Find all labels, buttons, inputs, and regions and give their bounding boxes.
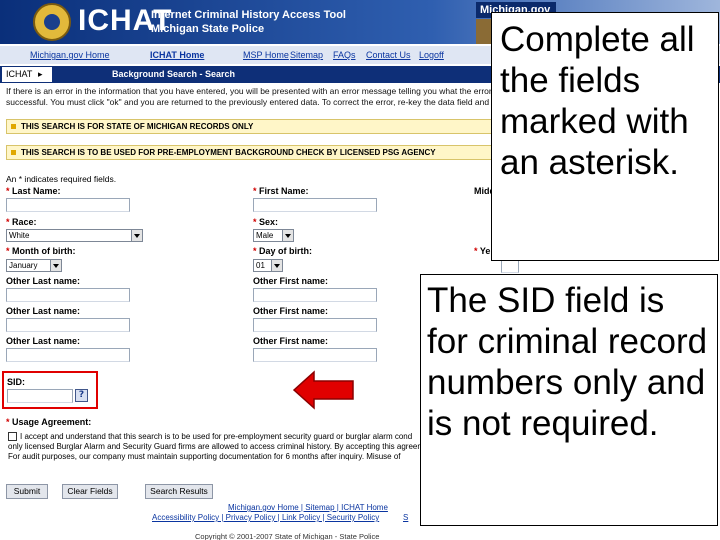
usage-agreement-text-1: I accept and understand that this search… bbox=[20, 432, 413, 441]
notice-pre-employment: THIS SEARCH IS TO BE USED FOR PRE-EMPLOY… bbox=[6, 145, 516, 160]
notice-bullet-icon bbox=[11, 150, 16, 155]
chevron-down-icon[interactable] bbox=[282, 230, 293, 241]
other-first-name-label-3: Other First name: bbox=[253, 336, 329, 346]
usage-agreement-label: * Usage Agreement: bbox=[6, 417, 92, 427]
chevron-down-icon[interactable] bbox=[131, 230, 142, 241]
other-last-name-input-2[interactable] bbox=[6, 318, 130, 332]
chevron-right-icon: ▸ bbox=[38, 69, 43, 79]
month-of-birth-label: * Month of birth: bbox=[6, 246, 76, 256]
other-last-name-label-3: Other Last name: bbox=[6, 336, 81, 346]
day-value: 01 bbox=[256, 261, 265, 270]
race-value: White bbox=[9, 231, 30, 240]
other-first-name-input-2[interactable] bbox=[253, 318, 377, 332]
search-results-button[interactable]: Search Results bbox=[145, 484, 213, 499]
nav-ichat-home[interactable]: ICHAT Home bbox=[150, 50, 204, 60]
day-of-birth-select[interactable]: 01 bbox=[253, 259, 283, 272]
first-name-label: * First Name: bbox=[253, 186, 309, 196]
required-fields-note: An * indicates required fields. bbox=[6, 174, 117, 184]
notice-text: THIS SEARCH IS FOR STATE OF MICHIGAN REC… bbox=[21, 122, 254, 131]
sex-select[interactable]: Male bbox=[253, 229, 294, 242]
year-of-birth-label: * Ye bbox=[474, 246, 491, 256]
other-last-name-label-2: Other Last name: bbox=[6, 306, 81, 316]
error-instructions-line1: If there is an error in the information … bbox=[6, 86, 511, 96]
sex-value: Male bbox=[256, 231, 274, 240]
other-first-name-input-3[interactable] bbox=[253, 348, 377, 362]
page-title: Background Search - Search bbox=[112, 69, 236, 79]
nav-msp-home[interactable]: MSP Home bbox=[243, 50, 289, 60]
race-label: * Race: bbox=[6, 217, 37, 227]
sex-label: * Sex: bbox=[253, 217, 279, 227]
notice-michigan-only: THIS SEARCH IS FOR STATE OF MICHIGAN REC… bbox=[6, 119, 516, 134]
other-first-name-input-1[interactable] bbox=[253, 288, 377, 302]
error-instructions-line2: successful. You must click "ok" and you … bbox=[6, 97, 508, 107]
usage-agreement-checkbox[interactable] bbox=[8, 432, 17, 441]
nav-sitemap[interactable]: Sitemap bbox=[290, 50, 323, 60]
chevron-down-icon[interactable] bbox=[50, 260, 61, 271]
header-subtitle-tool: Internet Criminal History Access Tool bbox=[151, 9, 346, 21]
police-badge-icon bbox=[33, 3, 71, 41]
usage-agreement-text-2: only licensed Burglar Alarm and Security… bbox=[8, 442, 428, 451]
month-of-birth-select[interactable]: January bbox=[6, 259, 62, 272]
header-subtitle-agency: Michigan State Police bbox=[151, 23, 265, 35]
other-last-name-input-3[interactable] bbox=[6, 348, 130, 362]
last-name-label: * Last Name: bbox=[6, 186, 61, 196]
clear-fields-button[interactable]: Clear Fields bbox=[62, 484, 118, 499]
footer-links-tail[interactable]: S bbox=[403, 513, 408, 522]
last-name-input[interactable] bbox=[6, 198, 130, 212]
breadcrumb-home[interactable]: ICHAT ▸ bbox=[2, 67, 52, 82]
notice-bullet-icon bbox=[11, 124, 16, 129]
nav-michigan-home[interactable]: Michigan.gov Home bbox=[30, 50, 110, 60]
submit-button[interactable]: Submit bbox=[6, 484, 48, 499]
nav-logoff[interactable]: Logoff bbox=[419, 50, 444, 60]
sid-highlight-box bbox=[2, 371, 98, 409]
race-select[interactable]: White bbox=[6, 229, 143, 242]
usage-agreement-text-3: For audit purposes, our company must mai… bbox=[8, 452, 401, 461]
other-first-name-label-2: Other First name: bbox=[253, 306, 329, 316]
arrow-left-icon bbox=[293, 370, 354, 410]
nav-faqs[interactable]: FAQs bbox=[333, 50, 356, 60]
other-last-name-input-1[interactable] bbox=[6, 288, 130, 302]
other-last-name-label-1: Other Last name: bbox=[6, 276, 81, 286]
breadcrumb-home-label: ICHAT bbox=[6, 69, 33, 79]
callout-sid-explanation: The SID field is for criminal record num… bbox=[420, 274, 718, 526]
other-first-name-label-1: Other First name: bbox=[253, 276, 329, 286]
year-of-birth-input[interactable] bbox=[501, 259, 519, 273]
month-value: January bbox=[9, 261, 38, 270]
day-of-birth-label: * Day of birth: bbox=[253, 246, 313, 256]
copyright: Copyright © 2001-2007 State of Michigan … bbox=[195, 532, 380, 540]
first-name-input[interactable] bbox=[253, 198, 377, 212]
callout-asterisk-instruction: Complete all the fields marked with an a… bbox=[491, 12, 719, 261]
nav-contact-us[interactable]: Contact Us bbox=[366, 50, 411, 60]
footer-links-primary[interactable]: Michigan.gov Home | Sitemap | ICHAT Home bbox=[228, 503, 388, 512]
chevron-down-icon[interactable] bbox=[271, 260, 282, 271]
footer-links-policies[interactable]: Accessibility Policy | Privacy Policy | … bbox=[152, 513, 379, 522]
notice-text: THIS SEARCH IS TO BE USED FOR PRE-EMPLOY… bbox=[21, 148, 436, 157]
